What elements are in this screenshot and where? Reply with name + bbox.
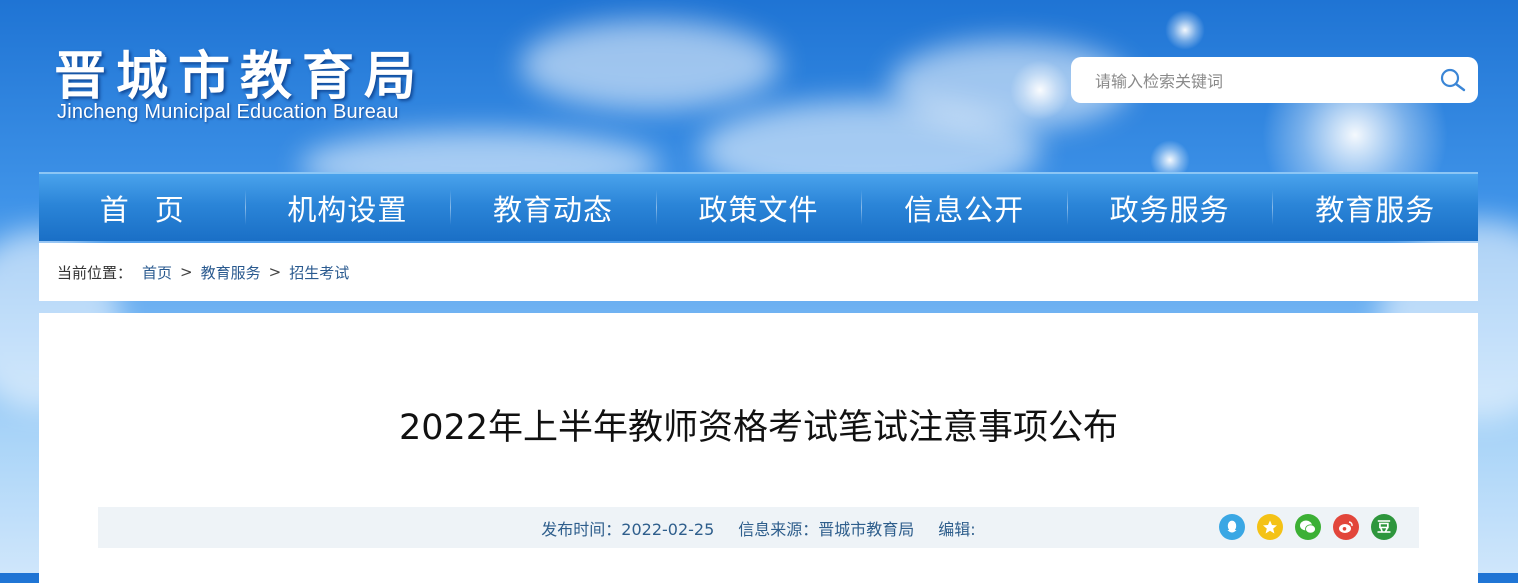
breadcrumb-prefix: 当前位置： (57, 263, 133, 282)
article-title: 2022年上半年教师资格考试笔试注意事项公布 (398, 408, 1119, 448)
article-meta-bar: 发布时间：2022-02-25 信息来源：晋城市教育局 编辑: 豆 (98, 507, 1419, 548)
nav-item-label: 首页 (99, 192, 210, 227)
nav-item-label: 教育动态 (492, 192, 613, 227)
nav-item-label: 教育服务 (1315, 192, 1436, 227)
breadcrumb-link-admissions-exams[interactable]: 招生考试 (289, 262, 349, 283)
douban-share-icon[interactable]: 豆 (1371, 514, 1397, 540)
editor: 编辑: (938, 519, 976, 539)
qq-share-icon[interactable] (1219, 514, 1245, 540)
nav-item-label: 政务服务 (1109, 192, 1230, 227)
info-source: 信息来源：晋城市教育局 (738, 519, 915, 539)
nav-item-government-services[interactable]: 政务服务 (1066, 174, 1273, 241)
nav-item-home[interactable]: 首页 (39, 174, 245, 241)
breadcrumb-separator: > (268, 263, 282, 281)
site-logo-subtitle: Jincheng Municipal Education Bureau (57, 101, 399, 123)
nav-item-organization[interactable]: 机构设置 (244, 174, 451, 241)
qzone-share-icon[interactable] (1257, 514, 1283, 540)
breadcrumb-separator: > (180, 263, 193, 281)
wechat-share-icon[interactable] (1295, 514, 1321, 540)
share-buttons: 豆 (1219, 514, 1397, 540)
nav-item-education-news[interactable]: 教育动态 (450, 174, 656, 241)
main-nav: 首页 机构设置 教育动态 政策文件 信息公开 政务服务 教育服务 (39, 172, 1478, 241)
breadcrumb: 当前位置： 首页 > 教育服务 > 招生考试 (39, 243, 1478, 301)
search-box (1071, 57, 1478, 103)
nav-item-label: 政策文件 (698, 192, 819, 227)
weibo-share-icon[interactable] (1333, 514, 1359, 540)
article-panel: 2022年上半年教师资格考试笔试注意事项公布 发布时间：2022-02-25 信… (39, 313, 1478, 583)
site-logo-title: 晋城市教育局 (54, 47, 427, 107)
nav-item-label: 信息公开 (904, 192, 1025, 227)
publish-time: 发布时间：2022-02-25 (541, 519, 715, 539)
nav-item-education-services[interactable]: 教育服务 (1272, 174, 1478, 241)
search-icon[interactable] (1438, 66, 1468, 94)
nav-item-policy-documents[interactable]: 政策文件 (655, 174, 862, 241)
breadcrumb-link-education-services[interactable]: 教育服务 (201, 262, 261, 283)
nav-item-label: 机构设置 (287, 192, 408, 227)
search-input[interactable] (1093, 67, 1427, 95)
nav-item-information-disclosure[interactable]: 信息公开 (861, 174, 1067, 241)
breadcrumb-link-home[interactable]: 首页 (142, 262, 172, 283)
